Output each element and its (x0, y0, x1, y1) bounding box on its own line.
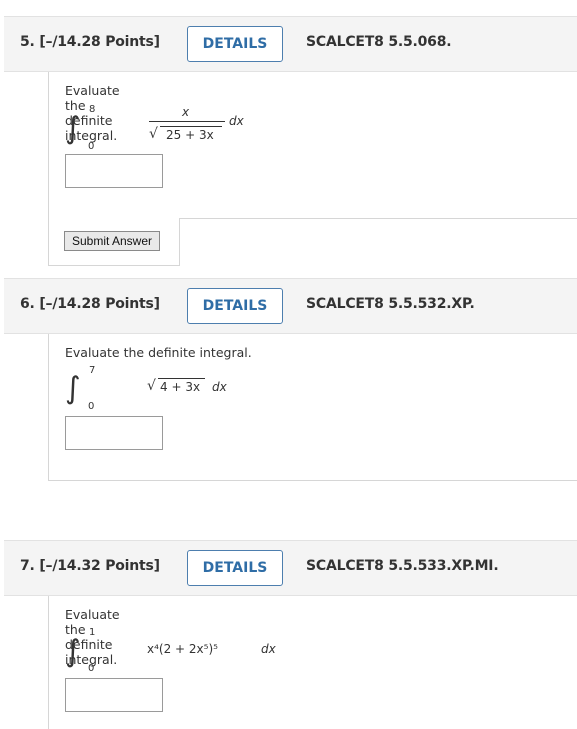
denominator: 25 + 3x (166, 128, 214, 142)
answer-input[interactable] (65, 678, 163, 712)
upper-limit: 1 (89, 627, 96, 638)
sqrt-overline (158, 378, 205, 379)
details-button[interactable]: DETAILS (187, 550, 283, 586)
question-7-header: 7. [–/14.32 Points] DETAILS SCALCET8 5.5… (4, 540, 577, 596)
differential: dx (212, 380, 227, 394)
upper-limit: 7 (89, 365, 96, 376)
upper-limit: 8 (89, 104, 96, 115)
submit-divider (179, 218, 577, 219)
question-code: SCALCET8 5.5.532.XP. (306, 296, 475, 312)
question-title: 5. [–/14.28 Points] (20, 34, 160, 50)
integral-sign-icon: ∫ (65, 111, 81, 146)
question-7-body: Evaluate the definite integral. ∫ 1 0 x⁴… (48, 596, 276, 729)
lower-limit: 0 (88, 141, 95, 152)
lower-limit: 0 (88, 663, 95, 674)
question-title: 7. [–/14.32 Points] (20, 558, 160, 574)
sqrt-sign-icon: √ (147, 378, 156, 394)
sqrt-overline (160, 126, 222, 127)
question-code: SCALCET8 5.5.068. (306, 34, 452, 50)
question-title: 6. [–/14.28 Points] (20, 296, 160, 312)
numerator: x (182, 105, 190, 119)
question-5-header: 5. [–/14.28 Points] DETAILS SCALCET8 5.5… (4, 16, 577, 72)
lower-limit: 0 (88, 401, 95, 412)
question-5-body: Evaluate the definite integral. ∫ 8 0 x … (48, 72, 244, 218)
fraction-bar (149, 121, 225, 122)
question-6-body: Evaluate the definite integral. ∫ 7 0 √ … (48, 334, 577, 481)
question-6-header: 6. [–/14.28 Points] DETAILS SCALCET8 5.5… (4, 278, 577, 334)
details-button[interactable]: DETAILS (187, 288, 283, 324)
details-button[interactable]: DETAILS (187, 26, 283, 62)
radicand: 4 + 3x (160, 380, 201, 394)
sqrt-sign-icon: √ (149, 126, 158, 142)
integral-sign-icon: ∫ (65, 371, 81, 406)
differential: dx (229, 114, 244, 128)
answer-input[interactable] (65, 416, 163, 450)
submit-answer-button[interactable]: Submit Answer (64, 231, 160, 251)
integral-sign-icon: ∫ (65, 634, 81, 669)
question-code: SCALCET8 5.5.533.XP.MI. (306, 558, 499, 574)
integrand: x⁴(2 + 2x⁵)⁵ (147, 642, 218, 656)
differential: dx (261, 642, 276, 656)
answer-input[interactable] (65, 154, 163, 188)
question-prompt: Evaluate the definite integral. (65, 345, 252, 360)
